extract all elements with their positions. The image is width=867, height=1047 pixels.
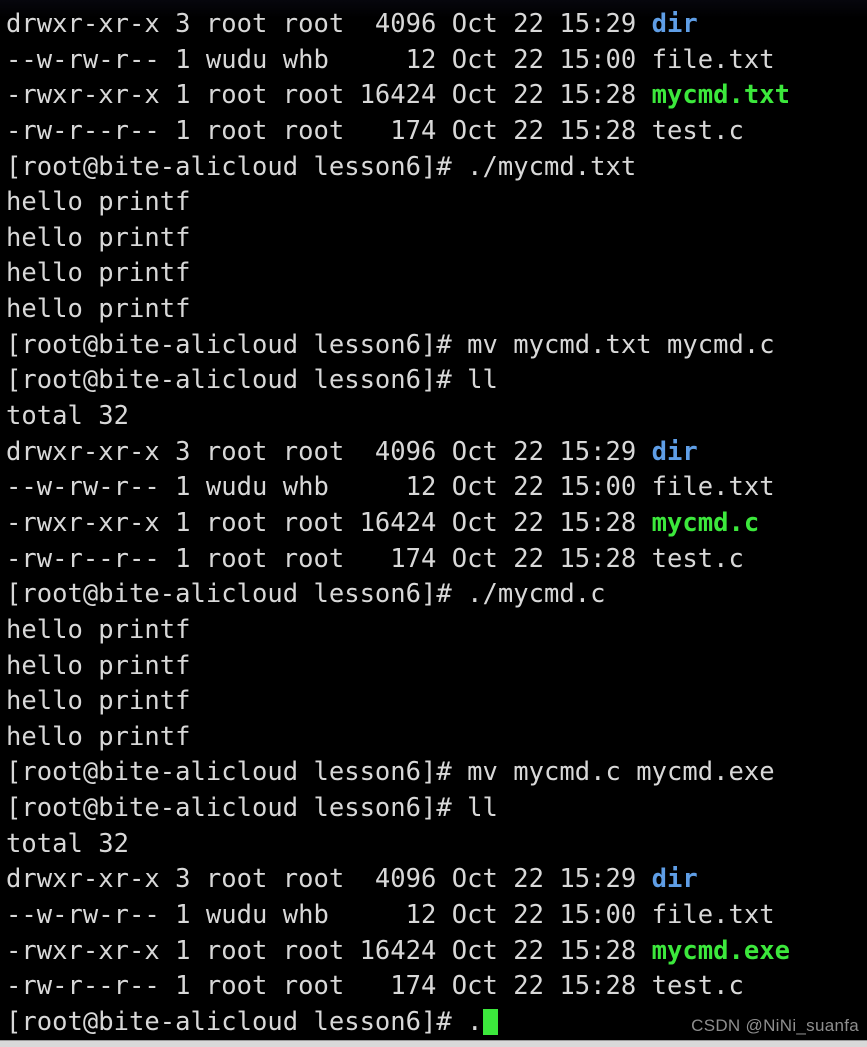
terminal-output-area: drwxr-xr-x 3 root root 4096 Oct 22 15:29…	[2, 7, 867, 1040]
terminal-text-plain: hello printf	[6, 187, 191, 218]
terminal-line-command: [root@bite-alicloud lesson6]# mv mycmd.t…	[2, 328, 867, 364]
terminal-line-listing: --w-rw-r-- 1 wudu whb 12 Oct 22 15:00 fi…	[2, 43, 867, 79]
csdn-watermark: CSDN @NiNi_suanfa	[691, 1016, 859, 1035]
terminal-line-listing: -rw-r--r-- 1 root root 174 Oct 22 15:28 …	[2, 969, 867, 1005]
terminal-line-listing: -rwxr-xr-x 1 root root 16424 Oct 22 15:2…	[2, 506, 867, 542]
terminal-text-plain: hello printf	[6, 294, 191, 325]
terminal-line-output: total 32	[2, 827, 867, 863]
terminal-text-plain: -rw-r--r-- 1 root root 174 Oct 22 15:28 …	[6, 543, 744, 574]
terminal-text-plain: -rwxr-xr-x 1 root root 16424 Oct 22 15:2…	[6, 80, 652, 111]
terminal-line-listing: -rw-r--r-- 1 root root 174 Oct 22 15:28 …	[2, 114, 867, 150]
terminal-text-plain: -rwxr-xr-x 1 root root 16424 Oct 22 15:2…	[6, 935, 652, 966]
terminal-text-plain: --w-rw-r-- 1 wudu whb 12 Oct 22 15:00 fi…	[6, 472, 775, 503]
terminal-text-plain: -rwxr-xr-x 1 root root 16424 Oct 22 15:2…	[6, 507, 652, 538]
terminal-text-plain: [root@bite-alicloud lesson6]# mv mycmd.t…	[6, 329, 775, 360]
terminal-line-output: hello printf	[2, 613, 867, 649]
terminal-line-output: hello printf	[2, 292, 867, 328]
terminal-line-output: hello printf	[2, 185, 867, 221]
terminal-text-executable: mycmd.exe	[651, 935, 790, 966]
terminal-line-listing: drwxr-xr-x 3 root root 4096 Oct 22 15:29…	[2, 862, 867, 898]
terminal-text-plain: hello printf	[6, 721, 191, 752]
terminal-text-directory: dir	[651, 9, 698, 39]
terminal-line-output: hello printf	[2, 649, 867, 685]
terminal-line-output: hello printf	[2, 720, 867, 756]
terminal-line-command: [root@bite-alicloud lesson6]# ll	[2, 363, 867, 399]
terminal-text-directory: dir	[651, 436, 698, 467]
terminal-text-plain: total 32	[6, 828, 129, 859]
terminal-line-listing: --w-rw-r-- 1 wudu whb 12 Oct 22 15:00 fi…	[2, 898, 867, 934]
terminal-text-plain: -rw-r--r-- 1 root root 174 Oct 22 15:28 …	[6, 971, 744, 1002]
terminal-text-executable: mycmd.c	[651, 507, 760, 538]
terminal-text-directory: dir	[651, 864, 698, 895]
terminal-line-output: total 32	[2, 399, 867, 435]
text-cursor[interactable]	[482, 1008, 498, 1035]
terminal-text-plain: hello printf	[6, 614, 191, 645]
terminal-text-plain: hello printf	[6, 258, 191, 289]
bottom-strip	[0, 1040, 867, 1047]
terminal-text-plain: --w-rw-r-- 1 wudu whb 12 Oct 22 15:00 fi…	[6, 900, 775, 931]
terminal-line-listing: --w-rw-r-- 1 wudu whb 12 Oct 22 15:00 fi…	[2, 470, 867, 506]
terminal-text-plain: hello printf	[6, 222, 191, 253]
terminal-text-plain: [root@bite-alicloud lesson6]# ./mycmd.c	[6, 579, 606, 610]
terminal-line-listing: -rw-r--r-- 1 root root 174 Oct 22 15:28 …	[2, 542, 867, 578]
terminal-line-listing: -rwxr-xr-x 1 root root 16424 Oct 22 15:2…	[2, 934, 867, 970]
terminal-text-plain: drwxr-xr-x 3 root root 4096 Oct 22 15:29	[6, 864, 652, 895]
terminal-line-output: hello printf	[2, 256, 867, 292]
terminal-text-plain: drwxr-xr-x 3 root root 4096 Oct 22 15:29	[6, 436, 652, 467]
terminal-line-command: [root@bite-alicloud lesson6]# mv mycmd.c…	[2, 755, 867, 791]
terminal-line-listing: drwxr-xr-x 3 root root 4096 Oct 22 15:29…	[2, 435, 867, 471]
terminal-text-plain: [root@bite-alicloud lesson6]# ll	[6, 793, 498, 824]
terminal-line-listing: drwxr-xr-x 3 root root 4096 Oct 22 15:29…	[2, 7, 867, 43]
terminal-line-command: [root@bite-alicloud lesson6]# ./mycmd.c	[2, 577, 867, 613]
terminal-line-output: hello printf	[2, 684, 867, 720]
terminal-text-plain: [root@bite-alicloud lesson6]# .	[6, 1006, 483, 1037]
terminal-text-plain: hello printf	[6, 686, 191, 717]
terminal-text-plain: hello printf	[6, 650, 191, 681]
terminal-text-plain: --w-rw-r-- 1 wudu whb 12 Oct 22 15:00 fi…	[6, 44, 775, 75]
terminal-line-command: [root@bite-alicloud lesson6]# ./mycmd.tx…	[2, 150, 867, 186]
terminal-window[interactable]: drwxr-xr-x 3 root root 4096 Oct 22 15:29…	[0, 0, 867, 1040]
terminal-text-plain: total 32	[6, 401, 129, 432]
terminal-text-plain: [root@bite-alicloud lesson6]# mv mycmd.c…	[6, 757, 775, 788]
terminal-text-executable: mycmd.txt	[651, 80, 790, 111]
terminal-text-plain: [root@bite-alicloud lesson6]# ./mycmd.tx…	[6, 151, 637, 182]
terminal-text-plain: drwxr-xr-x 3 root root 4096 Oct 22 15:29	[6, 9, 652, 39]
terminal-line-output: hello printf	[2, 221, 867, 257]
terminal-text-plain: [root@bite-alicloud lesson6]# ll	[6, 365, 498, 396]
terminal-text-plain: -rw-r--r-- 1 root root 174 Oct 22 15:28 …	[6, 115, 744, 146]
terminal-line-listing: -rwxr-xr-x 1 root root 16424 Oct 22 15:2…	[2, 78, 867, 114]
terminal-line-command: [root@bite-alicloud lesson6]# ll	[2, 791, 867, 827]
